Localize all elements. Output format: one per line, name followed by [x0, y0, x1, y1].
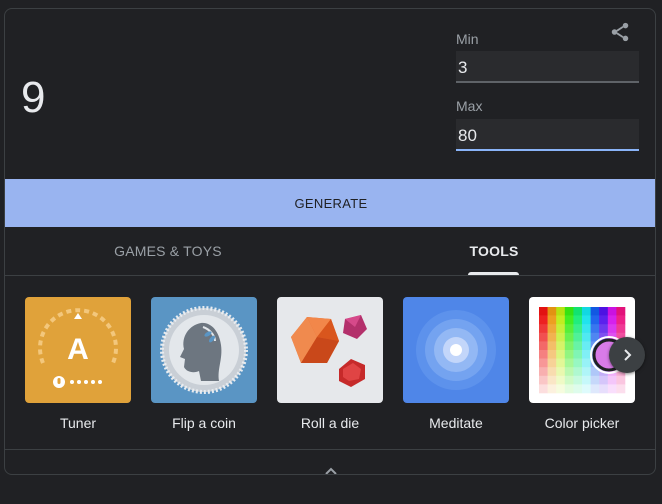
tab-tools[interactable]: TOOLS [331, 227, 655, 275]
max-label: Max [456, 98, 483, 114]
meditate-icon [403, 297, 509, 403]
generate-button[interactable]: GENERATE [5, 179, 655, 227]
chevron-up-icon[interactable] [321, 461, 341, 474]
tool-tile-tuner[interactable]: A Tuner [25, 297, 131, 431]
tool-label-coin: Flip a coin [172, 415, 236, 431]
min-field[interactable] [456, 51, 639, 83]
tab-bar: GAMES & TOYS TOOLS [5, 227, 655, 276]
tuner-note-letter: A [67, 333, 89, 366]
tools-carousel: A Tuner Flip a coin Roll a die Meditate … [5, 297, 655, 447]
share-icon[interactable] [609, 21, 631, 43]
dice-icon [277, 297, 383, 403]
carousel-next-button[interactable] [609, 337, 645, 373]
tool-tile-die[interactable]: Roll a die [277, 297, 383, 431]
result-number: 9 [21, 73, 46, 122]
tool-label-meditate: Meditate [429, 415, 483, 431]
tool-label-color-picker: Color picker [544, 415, 620, 431]
tab-games-toys[interactable]: GAMES & TOYS [5, 227, 331, 275]
tool-label-tuner: Tuner [59, 415, 97, 431]
tuner-icon: A [25, 297, 131, 403]
coin-icon [151, 297, 257, 403]
min-label: Min [456, 31, 479, 47]
tool-tile-meditate[interactable]: Meditate [403, 297, 509, 431]
random-number-card: 9 Min Max GENERATE GAMES & TOYS TOOLS [4, 8, 656, 475]
max-field[interactable] [456, 119, 639, 151]
tool-label-die: Roll a die [300, 415, 360, 431]
tool-tile-coin[interactable]: Flip a coin [151, 297, 257, 431]
tab-selected-indicator [468, 272, 519, 275]
chevron-right-icon [624, 349, 632, 361]
